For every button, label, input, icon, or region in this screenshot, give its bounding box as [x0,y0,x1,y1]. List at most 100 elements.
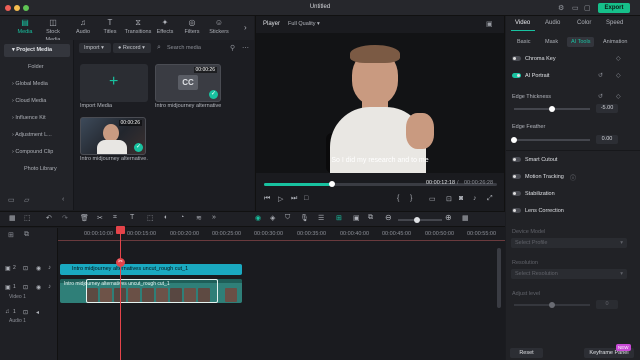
tool-stickers[interactable]: ☺ Stickers [204,18,234,38]
playhead[interactable] [120,226,121,360]
lock-icon[interactable]: ⊡ [23,284,28,291]
selected-clip-outline[interactable] [86,279,218,303]
mic-icon[interactable]: 🎙 [300,214,309,222]
tab-audio[interactable]: Audio [545,20,560,26]
mute-icon[interactable]: ♪ [48,265,51,271]
sidebar-item-global-media[interactable]: › Global Media [4,78,70,91]
list-icon[interactable]: ☰ [318,214,324,222]
tool-effects[interactable]: ✦ Effects [150,18,180,38]
collapse-icon[interactable]: ‹ [62,196,64,203]
playback-knob[interactable] [328,181,335,187]
playback-progress[interactable] [264,181,497,187]
subtab-animation[interactable]: Animation [599,37,633,47]
chroma-key-toggle[interactable] [512,56,521,62]
diamond-icon[interactable]: ◇ [616,93,621,100]
pip-icon[interactable]: ▣ [353,214,360,222]
screen-icon[interactable]: ▢ [584,4,591,12]
add-track-icon[interactable]: ⊞ [8,231,14,239]
subtab-ai-tools[interactable]: AI Tools [567,37,595,47]
next-frame-icon[interactable]: ⏭ [291,195,297,203]
quality-dropdown[interactable]: Full Quality ▾ [288,21,320,27]
undo-icon[interactable]: ↶ [46,214,52,222]
grid-view-icon[interactable]: ▦ [462,214,469,222]
diamond-icon[interactable]: ◇ [616,55,621,62]
delete-icon[interactable]: 🗑 [80,214,89,222]
link-track-icon[interactable]: ⧉ [24,231,29,239]
eye-icon[interactable]: ◉ [36,265,41,272]
smart-cutout-row[interactable]: Smart Cutout [512,155,632,166]
reset-button[interactable]: Reset [510,348,543,358]
chroma-key-row[interactable]: Chroma Key [512,54,632,65]
mark-out-icon[interactable]: } [410,195,412,202]
lens-correction-row[interactable]: Lens Correction [512,206,632,217]
snapshot-icon[interactable]: ▣ [486,20,493,28]
smart-cutout-toggle[interactable] [512,157,521,163]
mute-icon[interactable]: ♪ [48,284,51,290]
select-tool-icon[interactable]: ⬚ [24,214,31,222]
camera-icon[interactable]: ◙ [459,195,463,202]
stabilization-toggle[interactable] [512,191,521,197]
sidebar-item-project-media[interactable]: ▾ Project Media [4,44,70,57]
marker-icon[interactable]: ◈ [270,214,275,222]
player-tab[interactable]: Player [263,21,280,27]
export-button[interactable]: Export [598,3,630,13]
edge-thickness-knob[interactable] [549,106,555,112]
more-tools-icon[interactable]: » [212,214,216,221]
color-icon[interactable]: ◐ [164,214,168,221]
lock-icon[interactable]: ⊡ [23,309,28,316]
sidebar-item-compound-clip[interactable]: › Compound Clip [4,146,70,159]
chevron-right-icon[interactable]: › [244,23,247,32]
eye-icon[interactable]: ◉ [36,284,41,291]
tab-video[interactable]: Video [515,20,530,26]
speaker-icon[interactable]: ◂ [36,309,39,316]
subtab-basic[interactable]: Basic [513,37,534,47]
stabilization-row[interactable]: Stabilization [512,189,632,200]
tab-speed[interactable]: Speed [606,20,623,26]
tool-audio[interactable]: ♫ Audio [68,18,98,38]
shield-icon[interactable]: ⛉ [285,214,290,222]
playhead-handle[interactable] [116,226,125,234]
prev-frame-icon[interactable]: ⏮ [264,195,270,203]
reset-icon[interactable]: ↺ [598,93,603,100]
subtab-mask[interactable]: Mask [541,37,562,47]
new-folder-icon[interactable]: ▭ [8,196,15,204]
split-marker-icon[interactable]: ✂ [116,258,125,267]
edge-thickness-slider[interactable] [514,106,590,112]
zoom-slider[interactable] [398,217,442,223]
zoom-in-icon[interactable]: ⊕ [445,213,452,222]
tool-transitions[interactable]: ⧖ Transitions [123,18,153,38]
edge-feather-value[interactable]: 0.00 [596,135,618,144]
display-icon[interactable]: ▭ [429,195,436,203]
import-media-tile[interactable]: + [80,64,148,102]
adjust-level-slider[interactable] [514,302,590,308]
motion-tracking-toggle[interactable] [512,174,521,180]
volume-icon[interactable]: ♪ [473,195,477,202]
snap-icon[interactable]: ⊞ [336,214,342,222]
tool-filters[interactable]: ◎ Filters [177,18,207,38]
text-icon[interactable]: T [130,214,134,221]
fit-icon[interactable]: ⊡ [446,195,452,203]
zoom-knob[interactable] [414,217,420,223]
ai-portrait-row[interactable]: AI Portrait [512,71,632,82]
help-icon[interactable]: ⚙ [558,4,564,12]
resolution-select[interactable]: Select Resolution ▾ [511,269,627,279]
diamond-icon[interactable]: ◇ [616,72,621,79]
adjust-level-value[interactable]: 0 [596,300,618,309]
edge-feather-slider[interactable] [511,137,590,143]
media-thumb-cc[interactable]: CC 00:00:26 ✓ [155,64,221,102]
edge-thickness-value[interactable]: -5.00 [596,104,618,113]
layout-icon[interactable]: ▭ [572,4,579,12]
filter-icon[interactable]: ⚲ [230,44,235,52]
tool-stock-media[interactable]: ◫Stock Media [38,18,68,43]
reset-icon[interactable]: ↺ [598,72,603,79]
folder-icon[interactable]: ▱ [24,196,29,204]
zoom-out-icon[interactable]: ⊖ [385,213,392,222]
tool-media[interactable]: ▤ Media [10,18,40,38]
stop-icon[interactable]: □ [304,195,308,202]
redo-icon[interactable]: ↷ [62,214,68,222]
lock-icon[interactable]: ⊡ [23,265,28,272]
tab-color[interactable]: Color [577,20,591,26]
sidebar-item-influence-kit[interactable]: › Influence Kit [4,112,70,125]
transform-icon[interactable]: ⬚ [147,214,154,222]
speed-icon[interactable]: ◔ [180,214,184,221]
